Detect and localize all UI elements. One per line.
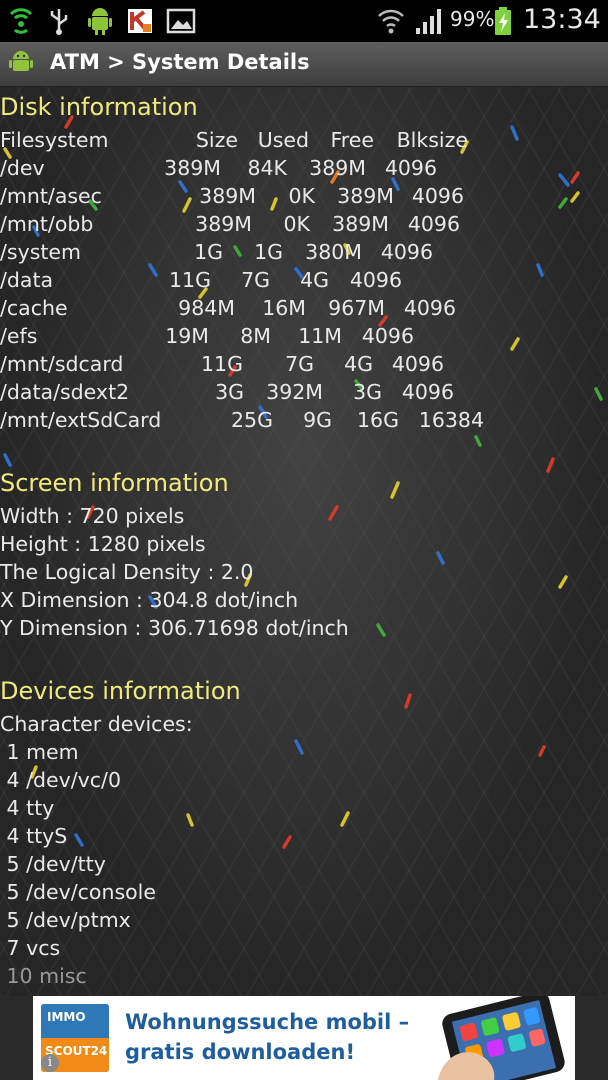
- wifi-hotspot-icon: [9, 8, 33, 34]
- disk-fs-blksize: 16384: [418, 408, 484, 432]
- phone-image: [438, 996, 565, 1080]
- disk-row: /cache 984M 16M 967M 4096: [0, 296, 608, 324]
- device-entry: 1 mem: [0, 740, 79, 764]
- disk-fs-blksize: 4096: [391, 352, 444, 376]
- disk-row: /mnt/asec 389M 0K 389M 4096: [0, 184, 608, 212]
- disk-fs-blksize: 4096: [380, 240, 433, 264]
- ad-info-icon[interactable]: i: [41, 1054, 59, 1072]
- screen-height: Height : 1280 pixels: [0, 532, 206, 556]
- device-entry: 7 vcs: [0, 936, 61, 960]
- kaspersky-icon: [128, 9, 152, 33]
- device-entry: 4 /dev/vc/0: [0, 768, 121, 792]
- ad-headline: Wohnungssuche mobil –: [125, 1010, 410, 1034]
- page-title: ATM > System Details: [50, 50, 310, 74]
- screen-info-title: Screen information: [0, 469, 229, 497]
- disk-row: /system 1G 1G 380M 4096: [0, 240, 608, 268]
- device-entry: 4 ttyS: [0, 824, 68, 848]
- disk-fs-blksize: 4096: [361, 324, 414, 348]
- devices-info-title: Devices information: [0, 677, 241, 705]
- devices-subtitle: Character devices:: [0, 712, 193, 736]
- disk-fs-blksize: 4096: [384, 156, 437, 180]
- disk-table-header: Filesystem Size Used Free Blksize: [0, 128, 608, 156]
- signal-icon: [416, 9, 441, 34]
- disk-row: /dev 389M 84K 389M 4096: [0, 156, 608, 184]
- disk-fs-blksize: 4096: [401, 380, 454, 404]
- usb-icon: [50, 9, 68, 35]
- ad-banner[interactable]: IMMO SCOUT24 i Wohnungssuche mobil – gra…: [33, 996, 575, 1080]
- disk-row: /data/sdext2 3G 392M 3G 4096: [0, 380, 608, 408]
- disk-row: /mnt/obb 389M 0K 389M 4096: [0, 212, 608, 240]
- disk-row: /mnt/extSdCard 25G 9G 16G 16384: [0, 408, 608, 436]
- screen-width: Width : 720 pixels: [0, 504, 185, 528]
- clock: 13:34: [523, 4, 601, 35]
- screen-x-dimension: X Dimension : 304.8 dot/inch: [0, 588, 299, 612]
- wifi-icon: [378, 9, 404, 34]
- device-entry: 5 /dev/console: [0, 880, 156, 904]
- ad-logo-top-text: IMMO: [47, 1010, 86, 1024]
- gallery-icon: [166, 8, 196, 34]
- disk-info-title: Disk information: [0, 93, 198, 121]
- android-icon: [88, 8, 112, 35]
- android-app-icon[interactable]: [8, 50, 34, 76]
- header-blksize: Blksize: [396, 128, 468, 152]
- disk-fs-blksize: 4096: [411, 184, 464, 208]
- screen-density: The Logical Density : 2.0: [0, 560, 254, 584]
- device-entry: 5 /dev/ptmx: [0, 908, 131, 932]
- action-bar: ATM > System Details: [0, 42, 608, 87]
- disk-row: /data 11G 7G 4G 4096: [0, 268, 608, 296]
- disk-fs-blksize: 4096: [403, 296, 456, 320]
- screen-y-dimension: Y Dimension : 306.71698 dot/inch: [0, 616, 349, 640]
- battery-percent: 99%: [450, 7, 495, 31]
- ad-subline: gratis downloaden!: [125, 1040, 356, 1064]
- device-entry: 10 misc: [0, 964, 87, 988]
- disk-fs-blksize: 4096: [349, 268, 402, 292]
- device-entry: 4 tty: [0, 796, 55, 820]
- disk-row: /efs 19M 8M 11M 4096: [0, 324, 608, 352]
- battery-charging-icon: [495, 7, 511, 35]
- disk-row: /mnt/sdcard 11G 7G 4G 4096: [0, 352, 608, 380]
- status-bar: 99% 13:34: [0, 0, 608, 42]
- device-entry: 5 /dev/tty: [0, 852, 106, 876]
- disk-fs-blksize: 4096: [407, 212, 460, 236]
- system-details-content[interactable]: Disk information Filesystem Size Used Fr…: [0, 87, 608, 996]
